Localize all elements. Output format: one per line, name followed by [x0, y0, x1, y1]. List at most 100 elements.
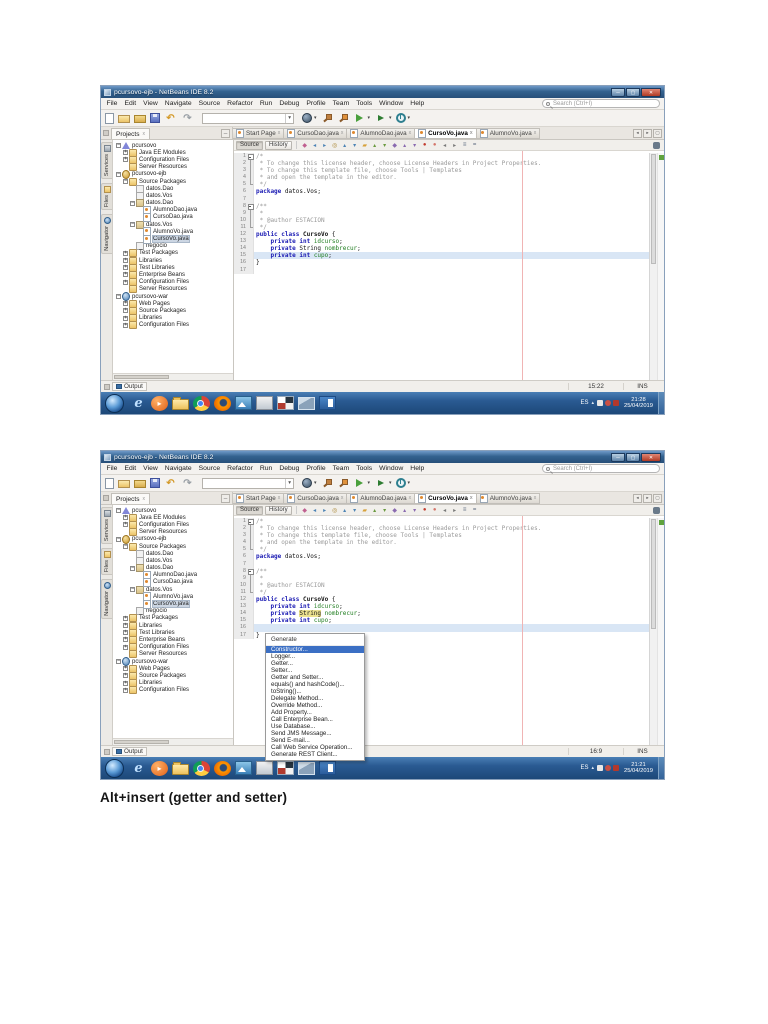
deploy-icon[interactable] [302, 478, 312, 488]
tree-hscrollbar-thumb[interactable] [114, 375, 169, 379]
sticky-notes-icon[interactable] [256, 761, 273, 775]
chrome-icon[interactable] [193, 395, 210, 411]
generate-menu-item-logger[interactable]: Logger... [266, 653, 364, 660]
tree-item-alumnovo-java[interactable]: AlumnoVo.java [113, 228, 233, 235]
start-button[interactable] [105, 758, 124, 778]
menu-item-help[interactable]: Help [407, 100, 428, 107]
output-tab[interactable]: Output [112, 747, 147, 756]
tree-item-datos-vos[interactable]: − datos.Vos [113, 586, 233, 593]
expander-icon[interactable]: + [122, 515, 129, 521]
security-icon[interactable] [612, 765, 619, 771]
tab-close-icon[interactable]: x [470, 131, 473, 136]
volume-icon[interactable] [604, 400, 611, 406]
tab-maximize-button[interactable]: ▢ [653, 493, 662, 503]
photo-viewer-icon[interactable] [235, 761, 252, 775]
find-next-icon[interactable]: ▾ [351, 141, 359, 150]
tree-item-datos-dao[interactable]: − datos.Dao [113, 565, 233, 572]
toggle-highlight-icon[interactable]: ▰ [361, 141, 369, 150]
editor-tab-alumnovo-java[interactable]: AlumnoVo.java x [476, 493, 541, 504]
code-line-10[interactable]: 10 * @author ESTACION [234, 581, 664, 590]
dropdown-caret-icon[interactable]: ▾ [314, 115, 317, 121]
menu-item-source[interactable]: Source [195, 465, 224, 472]
expander-icon[interactable]: + [122, 308, 129, 314]
dropdown-caret-icon[interactable]: ▾ [408, 115, 411, 121]
code-line-15[interactable]: 15 private int cupo; [234, 252, 664, 260]
open-project-icon[interactable] [134, 480, 146, 488]
menu-item-edit[interactable]: Edit [121, 100, 140, 107]
expander-icon[interactable]: + [122, 300, 129, 307]
deploy-icon[interactable] [302, 113, 312, 123]
tree-item-datos-vos[interactable]: datos.Vos [113, 192, 233, 199]
last-edit-icon[interactable]: ◆ [301, 141, 309, 150]
undo-icon[interactable] [164, 477, 177, 490]
code-line-16[interactable]: 16} [234, 259, 664, 267]
dropdown-caret-icon[interactable]: ▾ [314, 480, 317, 486]
tree-item-server-resources[interactable]: Server Resources [113, 286, 233, 293]
menu-item-file[interactable]: File [103, 465, 121, 472]
last-edit-icon[interactable]: ◆ [301, 506, 309, 515]
expander-icon[interactable]: + [122, 265, 129, 271]
menu-item-refactor[interactable]: Refactor [224, 100, 257, 107]
editor-tab-alumnovo-java[interactable]: AlumnoVo.java x [476, 128, 541, 139]
code-area[interactable]: 1/* 2 * To change this license header, ch… [234, 151, 664, 380]
back-icon[interactable]: ◂ [311, 141, 319, 150]
shift-left-icon[interactable]: ◂ [441, 141, 449, 150]
expander-icon[interactable]: − [129, 565, 136, 571]
search-input[interactable]: Search (Ctrl+I) [542, 464, 660, 473]
virtualbox-icon[interactable] [298, 396, 315, 410]
debug-icon[interactable] [374, 477, 387, 490]
editor-tab-start-page[interactable]: Start Page x [233, 493, 285, 504]
minimize-button[interactable]: ─ [611, 87, 625, 97]
expander-icon[interactable]: − [115, 658, 122, 665]
expander-icon[interactable]: + [122, 250, 129, 256]
source-view-button[interactable]: Source [236, 505, 264, 515]
expander-icon[interactable]: − [115, 507, 122, 514]
editor-tab-alumnodao-java[interactable]: AlumnoDao.java x [347, 128, 416, 139]
menu-item-view[interactable]: View [140, 100, 162, 107]
tab-scroll-right-button[interactable]: ▸ [643, 128, 652, 138]
clean-build-icon[interactable] [337, 112, 349, 124]
tab-close-icon[interactable]: x [470, 496, 473, 501]
projects-tab[interactable]: Projects x [111, 128, 150, 139]
scrollbar-thumb[interactable] [651, 154, 656, 264]
side-tab-navigator[interactable]: Navigator [101, 579, 112, 620]
code-line-2[interactable]: 2 * To change this license header, choos… [234, 525, 664, 533]
tree-hscrollbar-thumb[interactable] [114, 740, 169, 744]
tree-item-cursodao-java[interactable]: CursoDao.java [113, 579, 233, 586]
tree-item-configuration-files[interactable]: + Configuration Files [113, 322, 233, 329]
find-selection-icon[interactable]: ◎ [331, 141, 339, 150]
code-line-8[interactable]: 8 /** [234, 202, 664, 210]
find-previous-icon[interactable]: ▴ [341, 141, 349, 150]
generate-menu-item-call-enterprise-bean[interactable]: Call Enterprise Bean... [266, 716, 364, 723]
expander-icon[interactable]: − [129, 200, 136, 206]
generate-menu-item-override-method[interactable]: Override Method... [266, 702, 364, 709]
tab-close-icon[interactable]: x [409, 131, 412, 136]
save-all-icon[interactable] [150, 478, 160, 488]
find-previous-icon[interactable]: ▴ [341, 506, 349, 515]
back-icon[interactable]: ◂ [311, 506, 319, 515]
tree-item-source-packages[interactable]: − Source Packages [113, 543, 233, 550]
close-button[interactable]: ✕ [641, 452, 661, 462]
forward-icon[interactable]: ▸ [321, 141, 329, 150]
tab-close-icon[interactable]: x [142, 131, 145, 137]
taskbar-clock[interactable]: 21:21 25/04/2019 [624, 762, 653, 775]
code-line-8[interactable]: 8 /** [234, 567, 664, 575]
forward-icon[interactable]: ▸ [321, 506, 329, 515]
code-line-17[interactable]: 17 [234, 266, 664, 274]
code-line-2[interactable]: 2 * To change this license header, choos… [234, 160, 664, 168]
new-project-icon[interactable] [118, 480, 130, 488]
tree-item-server-resources[interactable]: Server Resources [113, 529, 233, 536]
file-explorer-icon[interactable] [172, 397, 189, 410]
generate-menu-item-tostring[interactable]: toString()... [266, 688, 364, 695]
tree-item-alumnovo-java[interactable]: AlumnoVo.java [113, 593, 233, 600]
dropdown-caret-icon[interactable]: ▾ [408, 480, 411, 486]
media-player-icon[interactable] [151, 760, 168, 776]
tab-close-icon[interactable]: x [534, 131, 537, 136]
menu-item-navigate[interactable]: Navigate [161, 465, 195, 472]
generate-menu-item-getter[interactable]: Getter... [266, 660, 364, 667]
menu-item-window[interactable]: Window [376, 465, 407, 472]
run-icon[interactable] [353, 112, 366, 125]
tab-close-icon[interactable]: x [142, 496, 145, 502]
virtualbox-icon[interactable] [298, 761, 315, 775]
redo-icon[interactable] [181, 112, 194, 125]
